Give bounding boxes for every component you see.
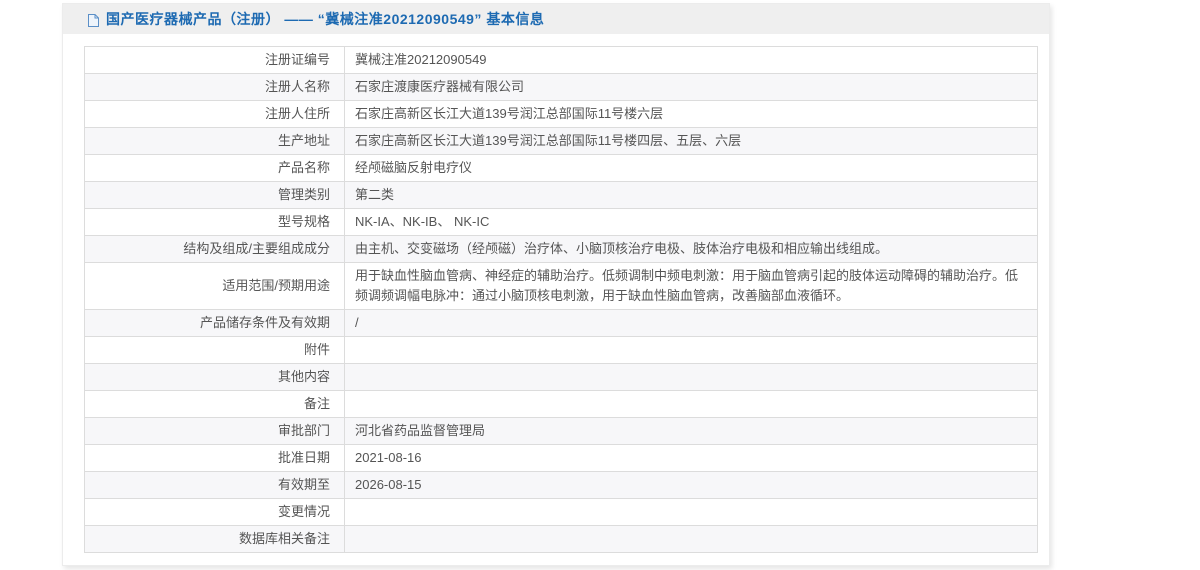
row-value: 2021-08-16 (344, 444, 1038, 472)
table-wrapper: 注册证编号 冀械注准20212090549 注册人名称 石家庄渡康医疗器械有限公… (84, 46, 1038, 553)
row-value: 用于缺血性脑血管病、神经症的辅助治疗。低频调制中频电刺激：用于脑血管病引起的肢体… (344, 262, 1038, 310)
row-value: 2026-08-15 (344, 471, 1038, 499)
row-label: 生产地址 (84, 127, 345, 155)
row-value: 冀械注准20212090549 (344, 46, 1038, 74)
table-row: 数据库相关备注 (84, 525, 1038, 553)
table-row: 其他内容 (84, 363, 1038, 391)
row-value: 第二类 (344, 181, 1038, 209)
row-label: 注册人名称 (84, 73, 345, 101)
table-row: 有效期至 2026-08-15 (84, 471, 1038, 499)
table-row: 注册证编号 冀械注准20212090549 (84, 46, 1038, 74)
row-value: 由主机、交变磁场（经颅磁）治疗体、小脑顶核治疗电极、肢体治疗电极和相应输出线组成… (344, 235, 1038, 263)
row-label: 管理类别 (84, 181, 345, 209)
table-row: 备注 (84, 390, 1038, 418)
row-value: NK-IA、NK-IB、 NK-IC (344, 208, 1038, 236)
table-row: 审批部门 河北省药品监督管理局 (84, 417, 1038, 445)
table-row: 产品储存条件及有效期 / (84, 309, 1038, 337)
table-row: 批准日期 2021-08-16 (84, 444, 1038, 472)
row-value: 经颅磁脑反射电疗仪 (344, 154, 1038, 182)
page: 国产医疗器械产品（注册） —— “冀械注准20212090549” 基本信息 注… (0, 0, 1200, 570)
row-label: 结构及组成/主要组成成分 (84, 235, 345, 263)
row-label: 有效期至 (84, 471, 345, 499)
row-value: 石家庄高新区长江大道139号润江总部国际11号楼四层、五层、六层 (344, 127, 1038, 155)
row-label: 产品名称 (84, 154, 345, 182)
table-row: 产品名称 经颅磁脑反射电疗仪 (84, 154, 1038, 182)
document-icon (87, 13, 100, 28)
row-value (344, 525, 1038, 553)
row-label: 产品储存条件及有效期 (84, 309, 345, 337)
table-row: 结构及组成/主要组成成分 由主机、交变磁场（经颅磁）治疗体、小脑顶核治疗电极、肢… (84, 235, 1038, 263)
row-value (344, 390, 1038, 418)
table-row: 适用范围/预期用途 用于缺血性脑血管病、神经症的辅助治疗。低频调制中频电刺激：用… (84, 262, 1038, 310)
row-label: 型号规格 (84, 208, 345, 236)
row-value: / (344, 309, 1038, 337)
table-row: 注册人名称 石家庄渡康医疗器械有限公司 (84, 73, 1038, 101)
table-row: 生产地址 石家庄高新区长江大道139号润江总部国际11号楼四层、五层、六层 (84, 127, 1038, 155)
row-label: 适用范围/预期用途 (84, 262, 345, 310)
row-value (344, 363, 1038, 391)
info-panel: 国产医疗器械产品（注册） —— “冀械注准20212090549” 基本信息 注… (62, 3, 1050, 566)
table-row: 附件 (84, 336, 1038, 364)
table-row: 型号规格 NK-IA、NK-IB、 NK-IC (84, 208, 1038, 236)
panel-header: 国产医疗器械产品（注册） —— “冀械注准20212090549” 基本信息 (63, 4, 1049, 34)
row-label: 审批部门 (84, 417, 345, 445)
row-label: 批准日期 (84, 444, 345, 472)
row-label: 数据库相关备注 (84, 525, 345, 553)
row-value: 河北省药品监督管理局 (344, 417, 1038, 445)
row-label: 附件 (84, 336, 345, 364)
table-row: 管理类别 第二类 (84, 181, 1038, 209)
page-title: 国产医疗器械产品（注册） —— “冀械注准20212090549” 基本信息 (106, 11, 545, 27)
row-label: 备注 (84, 390, 345, 418)
row-value: 石家庄高新区长江大道139号润江总部国际11号楼六层 (344, 100, 1038, 128)
row-label: 注册人住所 (84, 100, 345, 128)
registration-info-table: 注册证编号 冀械注准20212090549 注册人名称 石家庄渡康医疗器械有限公… (84, 46, 1038, 553)
table-row: 注册人住所 石家庄高新区长江大道139号润江总部国际11号楼六层 (84, 100, 1038, 128)
row-label: 变更情况 (84, 498, 345, 526)
row-value (344, 336, 1038, 364)
table-row: 变更情况 (84, 498, 1038, 526)
row-label: 注册证编号 (84, 46, 345, 74)
row-value: 石家庄渡康医疗器械有限公司 (344, 73, 1038, 101)
row-label: 其他内容 (84, 363, 345, 391)
row-value (344, 498, 1038, 526)
